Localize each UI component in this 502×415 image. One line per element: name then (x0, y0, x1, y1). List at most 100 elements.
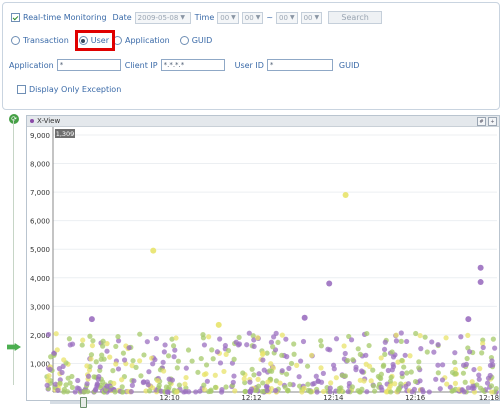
data-point[interactable] (464, 355, 470, 362)
data-point[interactable] (471, 366, 477, 373)
data-point[interactable] (146, 369, 152, 375)
data-point[interactable] (69, 341, 76, 347)
data-point[interactable] (313, 373, 319, 379)
data-point[interactable] (338, 385, 344, 391)
data-point[interactable] (341, 343, 347, 349)
time-to-hour[interactable]: 00 ▼ (276, 11, 298, 24)
data-point[interactable] (435, 341, 441, 348)
data-point[interactable] (107, 354, 113, 360)
data-point[interactable] (363, 361, 369, 367)
data-point[interactable] (121, 357, 128, 363)
data-point[interactable] (201, 382, 207, 388)
data-point[interactable] (404, 370, 410, 376)
data-point[interactable] (320, 388, 327, 395)
data-point[interactable] (368, 378, 374, 384)
data-point[interactable] (201, 342, 208, 348)
radio-guid[interactable]: GUID (179, 36, 212, 45)
data-point[interactable] (84, 381, 90, 387)
data-point[interactable] (388, 389, 394, 395)
data-point[interactable] (399, 370, 405, 376)
data-point[interactable] (389, 367, 395, 373)
data-point[interactable] (331, 366, 337, 372)
data-point[interactable] (197, 388, 203, 394)
data-point[interactable] (476, 376, 482, 382)
data-point[interactable] (348, 337, 355, 343)
data-point[interactable] (219, 389, 225, 395)
data-point[interactable] (377, 375, 383, 381)
data-point[interactable] (113, 361, 119, 367)
data-point[interactable] (412, 378, 419, 385)
data-point[interactable] (488, 383, 495, 389)
data-point[interactable] (345, 357, 351, 364)
data-point[interactable] (409, 389, 415, 395)
data-point[interactable] (364, 330, 370, 337)
data-point[interactable] (215, 321, 222, 328)
data-point[interactable] (272, 387, 279, 394)
data-point[interactable] (417, 378, 423, 384)
data-point[interactable] (96, 373, 102, 380)
data-point[interactable] (339, 372, 345, 379)
data-point[interactable] (318, 365, 324, 371)
expand-icon[interactable]: # (477, 117, 486, 126)
data-point[interactable] (370, 367, 376, 373)
data-point[interactable] (283, 336, 289, 342)
data-point[interactable] (480, 387, 486, 393)
data-point[interactable] (398, 338, 404, 344)
data-point[interactable] (275, 339, 281, 346)
data-point[interactable] (477, 279, 484, 286)
data-point[interactable] (74, 385, 81, 391)
data-point[interactable] (251, 372, 257, 378)
data-point[interactable] (359, 368, 365, 374)
data-point[interactable] (433, 376, 439, 382)
user-id-input[interactable]: * (266, 59, 333, 71)
data-point[interactable] (189, 358, 195, 364)
data-point[interactable] (357, 351, 363, 358)
data-point[interactable] (327, 389, 333, 395)
data-point[interactable] (342, 191, 349, 198)
data-point[interactable] (212, 384, 219, 390)
data-point[interactable] (286, 365, 292, 372)
exception-checkbox[interactable] (17, 85, 26, 94)
data-point[interactable] (115, 366, 122, 372)
data-point[interactable] (444, 381, 450, 387)
data-point[interactable] (61, 386, 68, 392)
data-point[interactable] (221, 368, 227, 375)
data-point[interactable] (53, 331, 59, 337)
time-from-hour[interactable]: 00 ▼ (217, 11, 239, 24)
data-point[interactable] (94, 381, 100, 387)
data-point[interactable] (461, 389, 467, 395)
data-point[interactable] (393, 338, 400, 344)
data-point[interactable] (253, 387, 259, 393)
data-point[interactable] (206, 334, 212, 340)
data-point[interactable] (318, 343, 325, 349)
data-point[interactable] (99, 352, 105, 358)
data-point[interactable] (402, 352, 408, 358)
data-point[interactable] (223, 351, 229, 357)
data-point[interactable] (305, 381, 311, 387)
data-point[interactable] (137, 358, 143, 364)
data-point[interactable] (393, 332, 399, 338)
data-point[interactable] (176, 382, 182, 388)
data-point[interactable] (487, 362, 494, 369)
data-point[interactable] (171, 354, 177, 360)
data-point[interactable] (130, 358, 136, 364)
data-point[interactable] (137, 331, 143, 337)
data-point[interactable] (128, 389, 134, 395)
data-point[interactable] (345, 388, 351, 395)
data-point[interactable] (119, 377, 125, 383)
data-point[interactable] (417, 332, 423, 339)
data-point[interactable] (378, 355, 384, 361)
data-point[interactable] (361, 378, 367, 384)
data-point[interactable] (308, 352, 315, 358)
data-point[interactable] (355, 346, 361, 352)
data-point[interactable] (435, 370, 441, 376)
data-point[interactable] (87, 333, 93, 339)
data-point[interactable] (401, 364, 407, 370)
data-point[interactable] (260, 357, 266, 363)
data-point[interactable] (480, 344, 486, 351)
data-point[interactable] (452, 350, 458, 356)
data-point[interactable] (155, 377, 161, 384)
data-point[interactable] (420, 389, 426, 395)
data-point[interactable] (45, 331, 52, 338)
data-point[interactable] (246, 330, 252, 336)
